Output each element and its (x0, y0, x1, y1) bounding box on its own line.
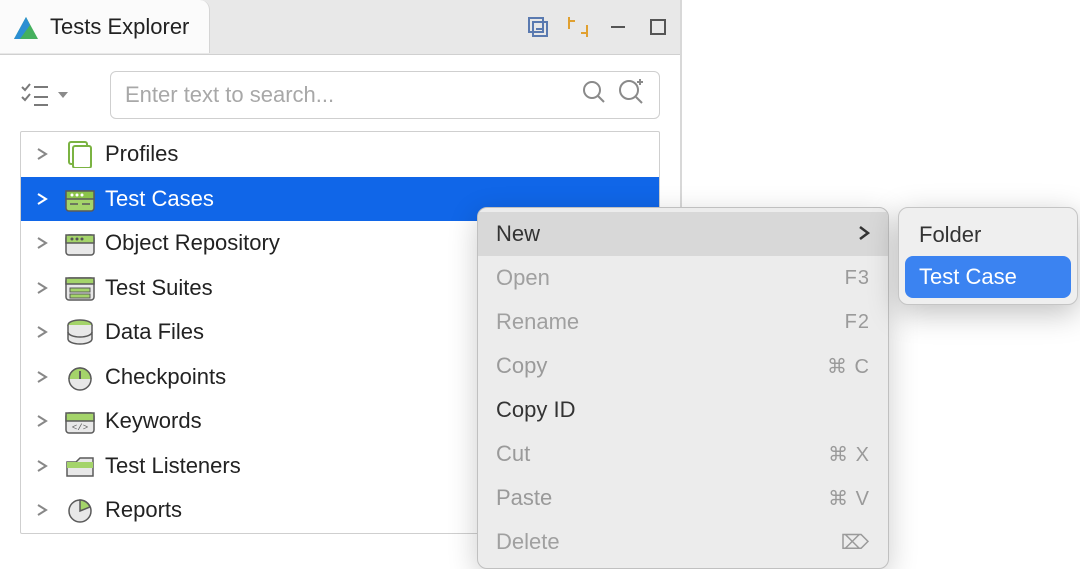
menu-item-label: Cut (496, 441, 530, 467)
tree-item-label: Profiles (105, 141, 178, 167)
tree-item-label: Checkpoints (105, 364, 226, 390)
testsuites-icon (63, 273, 97, 303)
tree-item-label: Test Listeners (105, 453, 241, 479)
menu-item-new[interactable]: New (478, 212, 888, 256)
tree-item-profiles[interactable]: Profiles (21, 132, 659, 177)
chevron-right-icon[interactable] (29, 147, 55, 161)
link-editor-icon[interactable] (564, 13, 592, 41)
search-area (0, 55, 680, 129)
chevron-right-icon[interactable] (29, 414, 55, 428)
chevron-right-icon[interactable] (29, 370, 55, 384)
search-box (110, 71, 660, 119)
submenu-item-folder[interactable]: Folder (905, 214, 1071, 256)
toolbar (524, 0, 672, 53)
chevron-right-icon[interactable] (29, 503, 55, 517)
menu-item-label: Open (496, 265, 550, 291)
minimize-icon[interactable] (604, 13, 632, 41)
submenu-item-label: Folder (919, 222, 981, 248)
svg-text:</>: </> (72, 423, 88, 433)
app-logo-icon (12, 13, 40, 41)
menu-item-paste[interactable]: Paste ⌘ V (478, 476, 888, 520)
datafiles-icon (63, 317, 97, 347)
tab-tests-explorer[interactable]: Tests Explorer (0, 0, 210, 53)
chevron-right-icon (858, 221, 870, 247)
chevron-right-icon[interactable] (29, 325, 55, 339)
tree-item-label: Test Suites (105, 275, 213, 301)
menu-item-rename[interactable]: Rename F2 (478, 300, 888, 344)
tree-item-label: Data Files (105, 319, 204, 345)
menu-item-label: New (496, 221, 540, 247)
tree-item-label: Object Repository (105, 230, 280, 256)
chevron-right-icon[interactable] (29, 236, 55, 250)
filter-button[interactable] (20, 82, 98, 108)
menu-item-delete[interactable]: Delete ⌦ (478, 520, 888, 564)
menu-item-label: Rename (496, 309, 579, 335)
listeners-icon (63, 451, 97, 481)
menu-shortcut: ⌘ C (827, 354, 870, 379)
menu-shortcut: F3 (845, 267, 870, 290)
menu-item-open[interactable]: Open F3 (478, 256, 888, 300)
menu-item-label: Paste (496, 485, 552, 511)
menu-shortcut: ⌘ X (828, 442, 870, 467)
chevron-right-icon[interactable] (29, 459, 55, 473)
maximize-icon[interactable] (644, 13, 672, 41)
menu-shortcut: ⌦ (841, 530, 870, 555)
checklist-icon (20, 82, 50, 108)
context-menu: New Open F3 Rename F2 Copy ⌘ C Copy ID C… (477, 207, 889, 569)
submenu-item-test-case[interactable]: Test Case (905, 256, 1071, 298)
menu-shortcut: ⌘ V (828, 486, 870, 511)
submenu-new: Folder Test Case (898, 207, 1078, 305)
checkpoints-icon (63, 362, 97, 392)
tab-title: Tests Explorer (50, 14, 189, 40)
submenu-item-label: Test Case (919, 264, 1017, 290)
menu-item-cut[interactable]: Cut ⌘ X (478, 432, 888, 476)
reports-icon (63, 495, 97, 525)
testcases-icon (63, 184, 97, 214)
menu-item-label: Copy (496, 353, 547, 379)
profiles-icon (63, 139, 97, 169)
collapse-all-icon[interactable] (524, 13, 552, 41)
search-input[interactable] (125, 82, 571, 108)
search-plus-icon[interactable] (617, 78, 645, 112)
menu-item-copy-id[interactable]: Copy ID (478, 388, 888, 432)
menu-item-label: Delete (496, 529, 560, 555)
keywords-icon: </> (63, 406, 97, 436)
menu-item-label: Copy ID (496, 397, 575, 423)
tree-item-label: Test Cases (105, 186, 214, 212)
chevron-right-icon[interactable] (29, 281, 55, 295)
search-icon[interactable] (581, 79, 607, 111)
tree-item-label: Reports (105, 497, 182, 523)
menu-shortcut: F2 (845, 311, 870, 334)
objectrepo-icon (63, 228, 97, 258)
tree-item-label: Keywords (105, 408, 202, 434)
chevron-right-icon[interactable] (29, 192, 55, 206)
menu-item-copy[interactable]: Copy ⌘ C (478, 344, 888, 388)
chevron-down-icon (56, 88, 70, 102)
tab-bar: Tests Explorer (0, 0, 680, 55)
